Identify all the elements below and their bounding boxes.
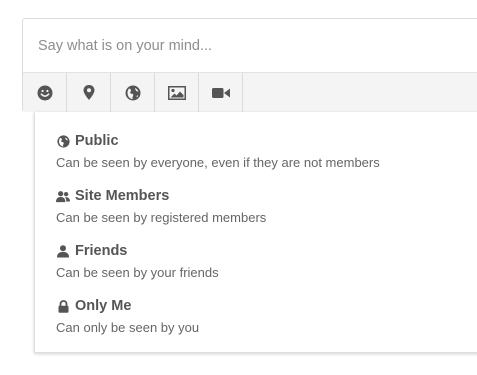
video-camera-icon: [211, 87, 230, 99]
option-description: Can be seen by your friends: [56, 265, 219, 280]
privacy-dropdown: Public Can be seen by everyone, even if …: [34, 112, 477, 353]
privacy-option-only-me[interactable]: Only Me Can only be seen by you: [35, 297, 477, 349]
image-icon: [167, 85, 186, 100]
option-description: Can only be seen by you: [56, 320, 200, 335]
option-description: Can be seen by everyone, even if they ar…: [56, 155, 380, 170]
globe-icon: [56, 134, 70, 148]
lock-icon: [56, 299, 70, 313]
photo-button[interactable]: [155, 73, 199, 112]
privacy-button[interactable]: [111, 73, 155, 112]
emoji-button[interactable]: [23, 73, 67, 112]
globe-icon: [125, 85, 141, 101]
option-title: Friends: [56, 242, 127, 260]
privacy-option-friends[interactable]: Friends Can be seen by your friends: [35, 242, 477, 294]
option-label: Site Members: [75, 188, 170, 204]
option-title: Site Members: [56, 187, 169, 205]
users-icon: [56, 189, 70, 203]
privacy-option-public[interactable]: Public Can be seen by everyone, even if …: [35, 132, 477, 184]
option-label: Public: [75, 133, 119, 149]
option-label: Only Me: [75, 298, 132, 314]
option-label: Friends: [75, 243, 128, 259]
option-title: Only Me: [56, 297, 131, 315]
smiley-icon: [37, 85, 53, 101]
status-composer: [22, 18, 477, 112]
video-button[interactable]: [199, 73, 243, 112]
privacy-option-site-members[interactable]: Site Members Can be seen by registered m…: [35, 187, 477, 239]
user-icon: [56, 244, 70, 258]
composer-toolbar: [23, 72, 477, 112]
option-description: Can be seen by registered members: [56, 210, 267, 225]
location-button[interactable]: [67, 73, 111, 112]
option-title: Public: [56, 132, 119, 150]
status-input[interactable]: [23, 19, 477, 72]
location-pin-icon: [83, 85, 95, 100]
